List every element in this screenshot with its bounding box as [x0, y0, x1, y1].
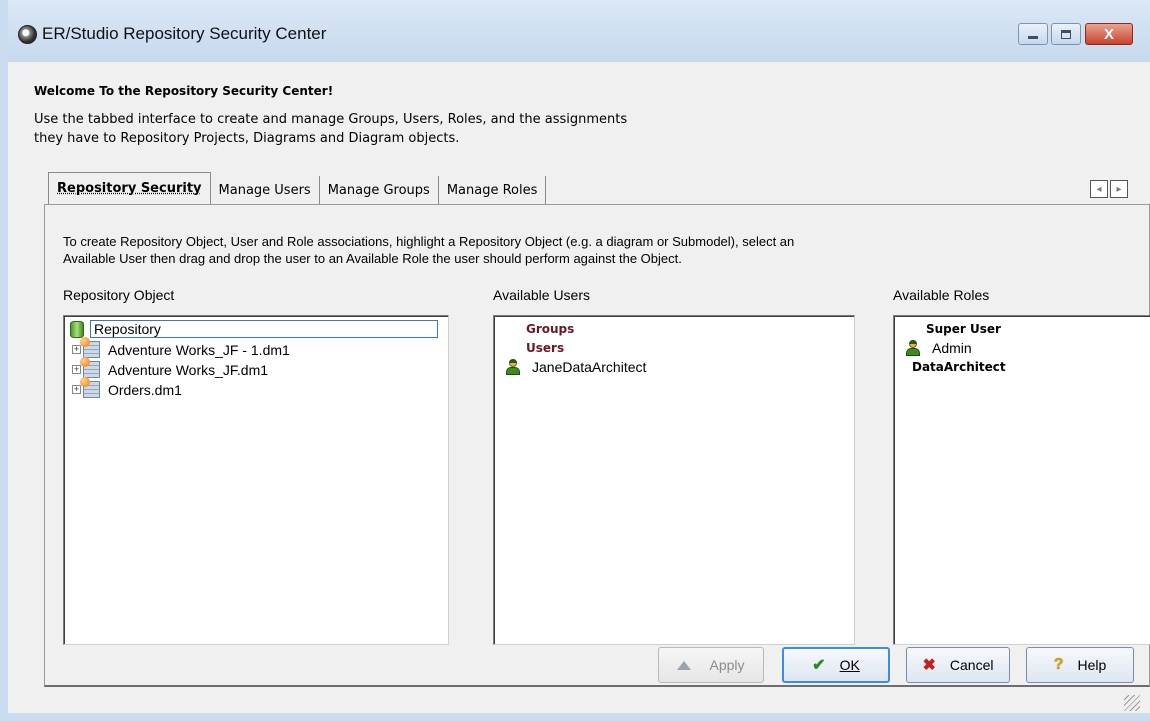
help-label: Help	[1077, 657, 1107, 673]
diagram-icon	[80, 337, 100, 358]
apply-label: Apply	[709, 657, 745, 673]
users-heading: Users	[526, 341, 565, 355]
role-member-label: Admin	[932, 340, 972, 356]
help-icon: ?	[1053, 656, 1064, 673]
tree-item-diagram[interactable]: + Adventure Works_JF.dm1	[72, 357, 269, 378]
maximize-icon	[1061, 29, 1071, 39]
minimize-icon	[1028, 36, 1038, 39]
cancel-label: Cancel	[949, 657, 994, 673]
apply-icon	[677, 660, 692, 670]
maximize-button[interactable]	[1051, 23, 1081, 45]
role-member-item[interactable]: Admin	[906, 340, 972, 356]
tree-item-diagram[interactable]: + Orders.dm1	[72, 377, 182, 398]
tab-manage-roles[interactable]: Manage Roles	[439, 176, 547, 204]
close-button[interactable]: X	[1085, 23, 1133, 45]
diagram-icon	[80, 357, 100, 378]
ok-label: OK	[839, 657, 860, 673]
cancel-x-icon: ✖	[922, 657, 936, 674]
diagram-icon	[80, 377, 100, 398]
tab-repository-security[interactable]: Repository Security	[48, 172, 211, 204]
tree-root-label: Repository	[90, 320, 438, 338]
instructions-line-2: Available User then drag and drop the us…	[63, 251, 682, 266]
user-label: JaneDataArchitect	[532, 359, 647, 375]
ok-button[interactable]: ✔ OK	[782, 647, 890, 683]
welcome-heading: Welcome To the Repository Security Cente…	[34, 84, 334, 98]
repository-security-panel: To create Repository Object, User and Ro…	[44, 204, 1150, 687]
available-users-label: Available Users	[493, 287, 591, 303]
instructions-line-1: To create Repository Object, User and Ro…	[63, 234, 795, 249]
expand-icon[interactable]: +	[72, 385, 81, 394]
role-super-user[interactable]: Super User	[926, 322, 1001, 336]
repository-icon	[70, 320, 84, 338]
dialog-content: Welcome To the Repository Security Cente…	[16, 62, 1150, 713]
user-icon	[506, 359, 520, 375]
app-icon	[18, 25, 37, 44]
tree-item-diagram[interactable]: + Adventure Works_JF - 1.dm1	[72, 337, 290, 358]
tree-item-label: Adventure Works_JF.dm1	[108, 361, 269, 378]
tree-root-repository[interactable]: Repository	[70, 320, 438, 338]
tab-manage-users[interactable]: Manage Users	[211, 176, 320, 204]
groups-heading: Groups	[526, 322, 575, 336]
tree-item-label: Adventure Works_JF - 1.dm1	[108, 341, 290, 358]
title-bar[interactable]: ER/Studio Repository Security Center X	[8, 0, 1150, 62]
resize-grip-icon[interactable]	[1124, 695, 1140, 711]
available-roles-list[interactable]: Super User Admin DataArchitect	[893, 315, 1150, 645]
user-icon	[906, 340, 920, 356]
available-roles-label: Available Roles	[893, 287, 990, 303]
expand-icon[interactable]: +	[72, 345, 81, 354]
tab-scroll-left-icon[interactable]: ◂	[1090, 180, 1108, 198]
role-data-architect[interactable]: DataArchitect	[912, 360, 1006, 374]
tab-strip: Repository Security Manage Users Manage …	[48, 172, 547, 204]
tree-item-label: Orders.dm1	[108, 381, 182, 398]
intro-text: Use the tabbed interface to create and m…	[34, 110, 794, 148]
help-button[interactable]: ? Help	[1026, 647, 1134, 683]
repository-object-tree[interactable]: Repository + Adventure Works_JF - 1.dm1 …	[63, 315, 449, 645]
minimize-button[interactable]	[1018, 23, 1048, 45]
tab-scroll-right-icon[interactable]: ▸	[1110, 180, 1128, 198]
user-item[interactable]: JaneDataArchitect	[506, 359, 646, 375]
available-users-list[interactable]: Groups Users JaneDataArchitect	[493, 315, 855, 645]
window-title: ER/Studio Repository Security Center	[42, 24, 327, 43]
tab-scroll-controls: ◂ ▸	[1090, 180, 1128, 198]
instructions-text: To create Repository Object, User and Ro…	[63, 233, 1123, 267]
intro-line-1: Use the tabbed interface to create and m…	[34, 112, 628, 127]
expand-icon[interactable]: +	[72, 365, 81, 374]
apply-button[interactable]: Apply	[658, 647, 764, 683]
cancel-button[interactable]: ✖ Cancel	[906, 647, 1010, 683]
security-center-window: ER/Studio Repository Security Center X W…	[0, 0, 1150, 721]
close-icon: X	[1103, 25, 1114, 43]
intro-line-2: they have to Repository Projects, Diagra…	[34, 131, 460, 146]
checkmark-icon: ✔	[812, 657, 826, 674]
repository-object-label: Repository Object	[63, 287, 175, 303]
tab-manage-groups[interactable]: Manage Groups	[320, 176, 439, 204]
